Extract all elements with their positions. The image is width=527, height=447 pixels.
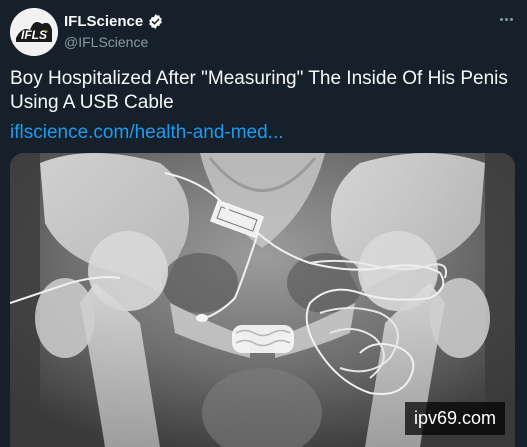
avatar-logo-text: IFLS — [21, 28, 47, 42]
tweet-link[interactable]: iflscience.com/health-and-med... — [10, 121, 284, 145]
author-display-name[interactable]: IFLScience — [64, 13, 143, 30]
verified-badge-icon — [149, 13, 163, 29]
author-avatar[interactable]: IFLS — [10, 8, 58, 56]
author-handle[interactable]: @IFLScience — [64, 34, 164, 50]
author-block: IFLScience @IFLScience — [64, 12, 164, 50]
ifls-logo-icon: IFLS — [10, 8, 58, 56]
more-options-icon[interactable] — [495, 10, 517, 28]
tweet[interactable]: IFLS IFLScience @IFLScience Boy Hospital… — [0, 0, 527, 447]
media-watermark: ipv69.com — [404, 402, 505, 435]
tweet-media-xray[interactable]: ipv69.com — [10, 153, 515, 447]
author-name-row: IFLScience — [64, 12, 164, 30]
tweet-text: Boy Hospitalized After "Measuring" The I… — [10, 68, 508, 113]
